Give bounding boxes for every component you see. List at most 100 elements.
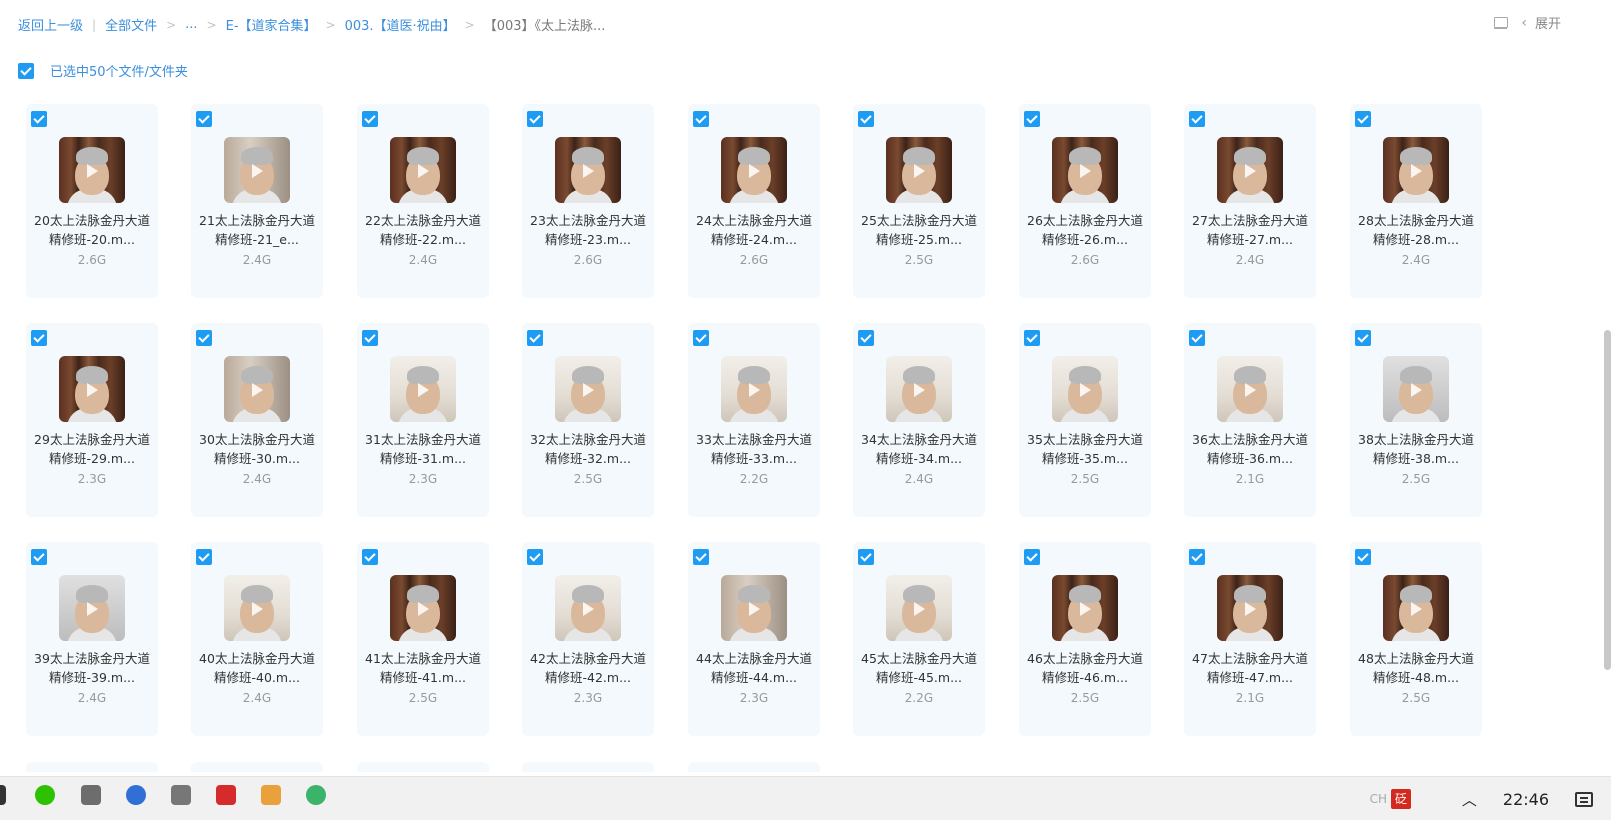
- file-name[interactable]: 24太上法脉金丹大道精修班-24.m...: [696, 211, 812, 249]
- expand-button[interactable]: ‹ 展开: [1521, 13, 1561, 33]
- file-card[interactable]: 32太上法脉金丹大道精修班-32.m... 2.5G: [522, 323, 654, 517]
- file-checkbox[interactable]: [527, 111, 543, 127]
- notepad-icon[interactable]: [171, 785, 191, 805]
- file-card[interactable]: 28太上法脉金丹大道精修班-28.m... 2.4G: [1350, 104, 1482, 298]
- breadcrumb-ellipsis[interactable]: ...: [185, 17, 197, 32]
- file-card[interactable]: 29太上法脉金丹大道精修班-29.m... 2.3G: [26, 323, 158, 517]
- file-checkbox[interactable]: [1189, 330, 1205, 346]
- video-thumbnail[interactable]: [1052, 137, 1118, 203]
- video-thumbnail[interactable]: [721, 137, 787, 203]
- file-card[interactable]: 25太上法脉金丹大道精修班-25.m... 2.5G: [853, 104, 985, 298]
- file-name[interactable]: 42太上法脉金丹大道精修班-42.m...: [530, 649, 646, 687]
- browser-icon[interactable]: [306, 785, 326, 805]
- file-card[interactable]: 33太上法脉金丹大道精修班-33.m... 2.2G: [688, 323, 820, 517]
- file-checkbox[interactable]: [31, 111, 47, 127]
- file-name[interactable]: 21太上法脉金丹大道精修班-21_e...: [199, 211, 315, 249]
- file-checkbox[interactable]: [196, 111, 212, 127]
- file-checkbox[interactable]: [1189, 111, 1205, 127]
- tray-expand-icon[interactable]: ︿: [1462, 789, 1477, 810]
- video-thumbnail[interactable]: [555, 356, 621, 422]
- wps-icon[interactable]: [216, 785, 236, 805]
- video-thumbnail[interactable]: [1383, 575, 1449, 641]
- file-card[interactable]: 26太上法脉金丹大道精修班-26.m... 2.6G: [1019, 104, 1151, 298]
- wechat-icon[interactable]: [35, 785, 55, 805]
- select-all-checkbox[interactable]: [18, 62, 34, 79]
- video-thumbnail[interactable]: [721, 356, 787, 422]
- scrollbar[interactable]: [1604, 330, 1611, 670]
- file-card[interactable]: 44太上法脉金丹大道精修班-44.m... 2.3G: [688, 542, 820, 736]
- file-name[interactable]: 23太上法脉金丹大道精修班-23.m...: [530, 211, 646, 249]
- file-checkbox[interactable]: [31, 549, 47, 565]
- file-name[interactable]: 47太上法脉金丹大道精修班-47.m...: [1192, 649, 1308, 687]
- clock[interactable]: 22:46: [1503, 790, 1549, 809]
- calculator-icon[interactable]: [81, 785, 101, 805]
- video-thumbnail[interactable]: [886, 356, 952, 422]
- file-card[interactable]: 48太上法脉金丹大道精修班-48.m... 2.5G: [1350, 542, 1482, 736]
- baidu-netdisk-icon[interactable]: [126, 785, 146, 805]
- video-thumbnail[interactable]: [555, 575, 621, 641]
- file-checkbox[interactable]: [1189, 549, 1205, 565]
- file-name[interactable]: 40太上法脉金丹大道精修班-40.m...: [199, 649, 315, 687]
- list-view-icon[interactable]: [1493, 16, 1509, 30]
- file-name[interactable]: 46太上法脉金丹大道精修班-46.m...: [1027, 649, 1143, 687]
- paint-icon[interactable]: [261, 785, 281, 805]
- file-name[interactable]: 32太上法脉金丹大道精修班-32.m...: [530, 430, 646, 468]
- file-name[interactable]: 20太上法脉金丹大道精修班-20.m...: [34, 211, 150, 249]
- file-card-partial[interactable]: [688, 762, 820, 772]
- file-name[interactable]: 35太上法脉金丹大道精修班-35.m...: [1027, 430, 1143, 468]
- file-checkbox[interactable]: [1355, 330, 1371, 346]
- video-thumbnail[interactable]: [1383, 356, 1449, 422]
- input-method[interactable]: CH 砭: [1370, 777, 1411, 821]
- file-name[interactable]: 34太上法脉金丹大道精修班-34.m...: [861, 430, 977, 468]
- file-card[interactable]: 24太上法脉金丹大道精修班-24.m... 2.6G: [688, 104, 820, 298]
- file-checkbox[interactable]: [858, 111, 874, 127]
- video-thumbnail[interactable]: [1217, 137, 1283, 203]
- breadcrumb-all-files[interactable]: 全部文件: [105, 15, 157, 34]
- video-thumbnail[interactable]: [886, 137, 952, 203]
- video-thumbnail[interactable]: [224, 356, 290, 422]
- file-card[interactable]: 30太上法脉金丹大道精修班-30.m... 2.4G: [191, 323, 323, 517]
- file-card[interactable]: 45太上法脉金丹大道精修班-45.m... 2.2G: [853, 542, 985, 736]
- file-checkbox[interactable]: [527, 330, 543, 346]
- video-thumbnail[interactable]: [59, 137, 125, 203]
- start-icon[interactable]: [0, 785, 6, 805]
- video-thumbnail[interactable]: [1383, 137, 1449, 203]
- file-card[interactable]: 40太上法脉金丹大道精修班-40.m... 2.4G: [191, 542, 323, 736]
- file-name[interactable]: 22太上法脉金丹大道精修班-22.m...: [365, 211, 481, 249]
- file-checkbox[interactable]: [1355, 111, 1371, 127]
- file-name[interactable]: 39太上法脉金丹大道精修班-39.m...: [34, 649, 150, 687]
- video-thumbnail[interactable]: [224, 137, 290, 203]
- file-card[interactable]: 41太上法脉金丹大道精修班-41.m... 2.5G: [357, 542, 489, 736]
- file-checkbox[interactable]: [858, 330, 874, 346]
- file-name[interactable]: 30太上法脉金丹大道精修班-30.m...: [199, 430, 315, 468]
- file-checkbox[interactable]: [196, 330, 212, 346]
- breadcrumb-level1[interactable]: E-【道家合集】: [226, 15, 317, 34]
- file-name[interactable]: 28太上法脉金丹大道精修班-28.m...: [1358, 211, 1474, 249]
- file-checkbox[interactable]: [693, 111, 709, 127]
- video-thumbnail[interactable]: [886, 575, 952, 641]
- file-card-partial[interactable]: [357, 762, 489, 772]
- video-thumbnail[interactable]: [59, 356, 125, 422]
- file-checkbox[interactable]: [1024, 330, 1040, 346]
- file-checkbox[interactable]: [693, 330, 709, 346]
- file-checkbox[interactable]: [858, 549, 874, 565]
- file-checkbox[interactable]: [362, 111, 378, 127]
- file-card[interactable]: 31太上法脉金丹大道精修班-31.m... 2.3G: [357, 323, 489, 517]
- file-name[interactable]: 44太上法脉金丹大道精修班-44.m...: [696, 649, 812, 687]
- file-card-partial[interactable]: [191, 762, 323, 772]
- back-link[interactable]: 返回上一级: [18, 15, 83, 34]
- file-name[interactable]: 36太上法脉金丹大道精修班-36.m...: [1192, 430, 1308, 468]
- file-checkbox[interactable]: [31, 330, 47, 346]
- file-name[interactable]: 31太上法脉金丹大道精修班-31.m...: [365, 430, 481, 468]
- file-name[interactable]: 25太上法脉金丹大道精修班-25.m...: [861, 211, 977, 249]
- video-thumbnail[interactable]: [224, 575, 290, 641]
- video-thumbnail[interactable]: [555, 137, 621, 203]
- file-card-partial[interactable]: [522, 762, 654, 772]
- file-card[interactable]: 42太上法脉金丹大道精修班-42.m... 2.3G: [522, 542, 654, 736]
- file-card-partial[interactable]: [26, 762, 158, 772]
- file-checkbox[interactable]: [527, 549, 543, 565]
- file-card[interactable]: 23太上法脉金丹大道精修班-23.m... 2.6G: [522, 104, 654, 298]
- file-name[interactable]: 38太上法脉金丹大道精修班-38.m...: [1358, 430, 1474, 468]
- file-checkbox[interactable]: [1024, 111, 1040, 127]
- file-card[interactable]: 39太上法脉金丹大道精修班-39.m... 2.4G: [26, 542, 158, 736]
